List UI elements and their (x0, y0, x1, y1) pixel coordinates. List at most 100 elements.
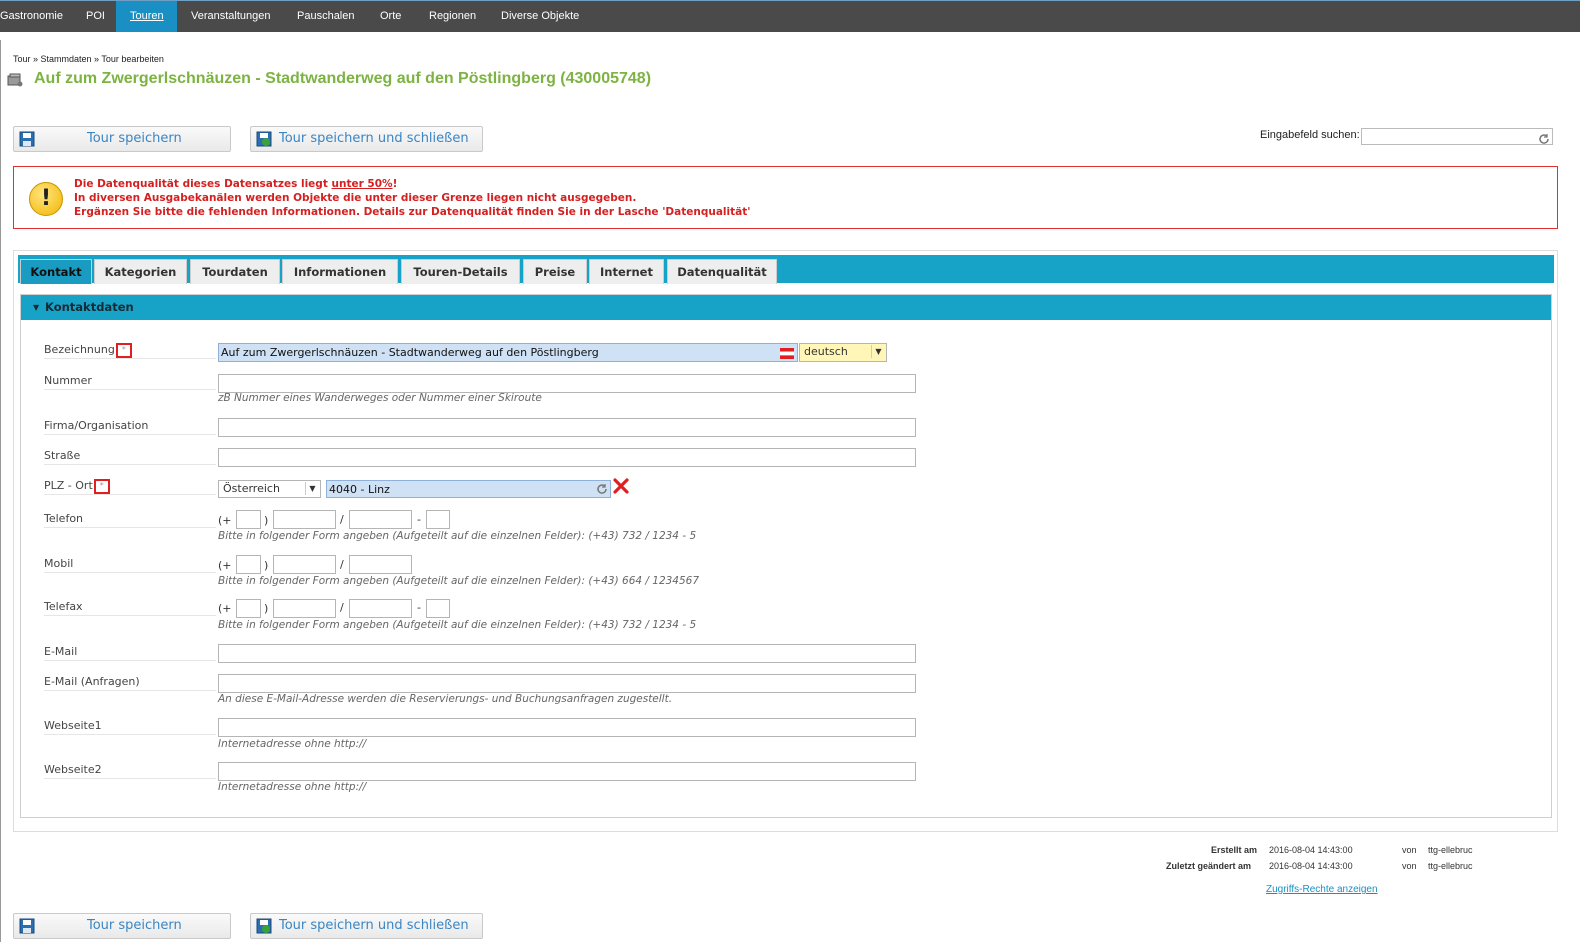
plz-ort-label: PLZ - Ort * (44, 479, 216, 495)
mobil-label: Mobil (44, 557, 216, 573)
strasse-input[interactable] (218, 448, 916, 467)
created-by-label: von (1402, 845, 1417, 855)
nav-item-pauschalen[interactable]: Pauschalen (283, 1, 369, 32)
telefon-ext-input[interactable] (426, 510, 450, 529)
nav-item-regionen[interactable]: Regionen (415, 1, 490, 32)
telefax-country-input[interactable] (236, 599, 261, 618)
telefon-area-input[interactable] (273, 510, 336, 529)
mobil-area-input[interactable] (273, 555, 336, 574)
section-title: Kontaktdaten (45, 300, 134, 314)
save-button[interactable]: Tour speichern (13, 126, 231, 152)
save-close-button[interactable]: Tour speichern und schließen (250, 126, 483, 152)
save-close-button-bottom[interactable]: Tour speichern und schließen (250, 913, 483, 939)
nav-item-orte[interactable]: Orte (366, 1, 415, 32)
chevron-down-icon: ▼ (871, 345, 885, 358)
clear-plz-icon[interactable] (613, 478, 629, 498)
email-input[interactable] (218, 644, 916, 663)
plz-ort-input[interactable]: 4040 - Linz (326, 480, 611, 498)
tab-preise[interactable]: Preise (523, 259, 587, 284)
tab-tourdaten[interactable]: Tourdaten (190, 259, 280, 284)
floppy-disk-icon (19, 918, 35, 934)
search-input[interactable] (1361, 128, 1553, 145)
webseite2-input[interactable] (218, 762, 916, 781)
warning-line-1-text: Die Datenqualität dieses Datensatzes lie… (74, 178, 332, 190)
nav-item-diverse-objekte[interactable]: Diverse Objekte (487, 1, 593, 32)
tab-datenqualitaet[interactable]: Datenqualität (667, 259, 777, 284)
telefax-close-paren: ) (264, 602, 269, 615)
email-anfragen-label: E-Mail (Anfragen) (44, 675, 216, 691)
modified-by-label: von (1402, 861, 1417, 871)
nav-item-gastronomie[interactable]: Gastronomie (0, 1, 77, 32)
webseite1-hint: Internetadresse ohne http:// (218, 738, 367, 750)
telefon-label: Telefon (44, 512, 216, 528)
kontaktdaten-header[interactable]: ▼ Kontaktdaten (21, 295, 1551, 320)
warning-threshold: unter 50% (331, 178, 393, 190)
tab-kategorien[interactable]: Kategorien (94, 259, 187, 284)
firma-input[interactable] (218, 418, 916, 437)
floppy-disk-close-icon (256, 131, 272, 147)
created-date: 2016-08-04 14:43:00 (1269, 845, 1353, 855)
webseite2-hint: Internetadresse ohne http:// (218, 781, 367, 793)
bezeichnung-input[interactable]: Auf zum Zwergerlschnäuzen - Stadtwanderw… (218, 343, 798, 362)
bezeichnung-value: Auf zum Zwergerlschnäuzen - Stadtwanderw… (221, 346, 599, 359)
telefax-open-paren: (+ (218, 602, 232, 615)
strasse-label: Straße (44, 449, 216, 465)
webseite1-label: Webseite1 (44, 719, 216, 735)
telefon-country-input[interactable] (236, 510, 261, 529)
refresh-icon[interactable] (1538, 130, 1550, 149)
nummer-input[interactable] (218, 374, 916, 393)
mobil-slash: / (340, 558, 344, 571)
phone-slash: / (340, 513, 344, 526)
nav-item-poi[interactable]: POI (72, 1, 119, 32)
required-marker: * (93, 479, 110, 494)
nummer-label: Nummer (44, 374, 216, 390)
telefax-label: Telefax (44, 600, 216, 616)
language-select[interactable]: deutsch ▼ (799, 343, 887, 362)
tab-touren-details[interactable]: Touren-Details (401, 259, 520, 284)
refresh-icon[interactable] (596, 483, 608, 500)
save-close-button-label: Tour speichern und schließen (279, 131, 469, 146)
save-close-button-bottom-label: Tour speichern und schließen (279, 918, 469, 933)
page-left-border (0, 40, 1, 942)
email-anfragen-hint: An diese E-Mail-Adresse werden die Reser… (218, 693, 673, 705)
telefax-slash: / (340, 601, 344, 614)
mobil-open-paren: (+ (218, 559, 232, 572)
webseite2-label: Webseite2 (44, 763, 216, 779)
access-rights-link[interactable]: Zugriffs-Rechte anzeigen (1266, 884, 1378, 895)
warning-icon: ! (29, 182, 63, 216)
required-marker: * (115, 343, 132, 358)
created-by: ttg-ellebruc (1428, 845, 1473, 855)
data-quality-warning: ! Die Datenqualität dieses Datensatzes l… (13, 166, 1558, 229)
page-title: Auf zum Zwergerlschnäuzen - Stadtwanderw… (34, 70, 652, 87)
telefon-number-input[interactable] (349, 510, 412, 529)
nav-item-touren[interactable]: Touren (116, 1, 177, 32)
collapse-arrow-icon: ▼ (33, 303, 40, 312)
tab-informationen[interactable]: Informationen (282, 259, 398, 284)
search-label: Eingabefeld suchen: (1260, 129, 1360, 141)
country-select[interactable]: Österreich ▼ (218, 480, 321, 498)
modified-by: ttg-ellebruc (1428, 861, 1473, 871)
bezeichnung-label: Bezeichnung * (44, 343, 216, 359)
mobil-close-paren: ) (264, 559, 269, 572)
mobil-number-input[interactable] (349, 555, 412, 574)
phone-open-paren: (+ (218, 514, 232, 527)
mobil-country-input[interactable] (236, 555, 261, 574)
telefax-area-input[interactable] (273, 599, 336, 618)
breadcrumb: Tour » Stammdaten » Tour bearbeiten (13, 54, 164, 64)
chevron-down-icon: ▼ (305, 482, 319, 495)
tab-kontakt[interactable]: Kontakt (20, 259, 92, 284)
phone-close-paren: ) (264, 514, 269, 527)
tour-icon (7, 72, 23, 87)
telefax-ext-input[interactable] (426, 599, 450, 618)
phone-dash: - (417, 513, 421, 526)
save-button-bottom[interactable]: Tour speichern (13, 913, 231, 939)
bezeichnung-label-text: Bezeichnung (44, 343, 115, 356)
email-anfragen-input[interactable] (218, 674, 916, 693)
webseite1-input[interactable] (218, 718, 916, 737)
email-label: E-Mail (44, 645, 216, 661)
tab-internet[interactable]: Internet (589, 259, 664, 284)
nav-item-veranstaltungen[interactable]: Veranstaltungen (177, 1, 285, 32)
floppy-disk-icon (19, 131, 35, 147)
telefax-number-input[interactable] (349, 599, 412, 618)
warning-line-1-end: ! (392, 178, 398, 190)
